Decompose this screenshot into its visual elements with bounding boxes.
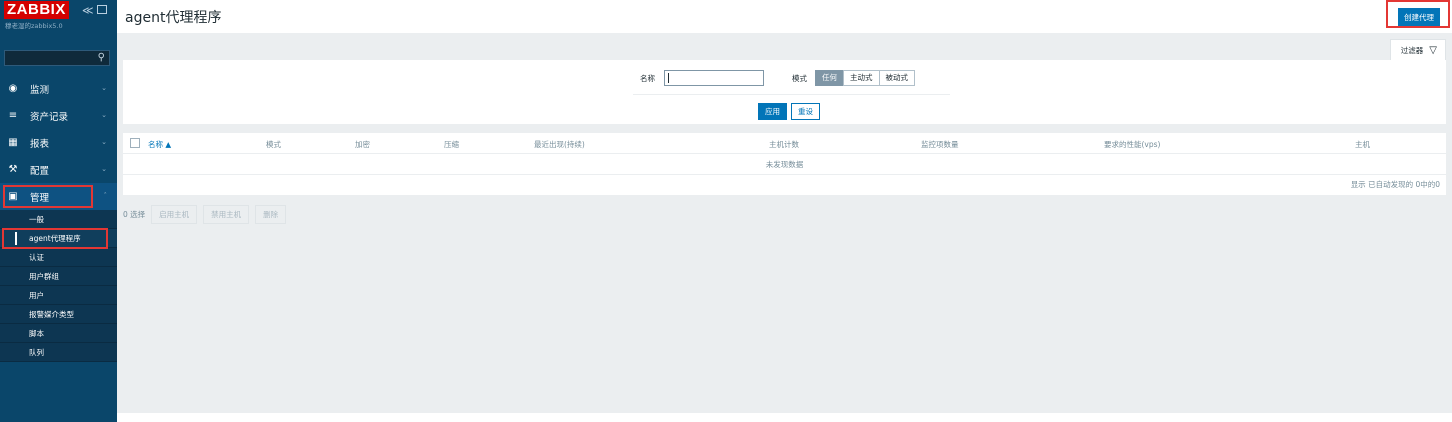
mode-label: 模式 — [792, 74, 807, 83]
menu-item-label: 报表 — [30, 138, 50, 150]
empty-table-message: 未发现数据 — [123, 154, 1446, 175]
highlight-box — [3, 185, 93, 208]
list-icon: ≡ — [8, 110, 18, 121]
chevron-up-icon: ˆ — [103, 192, 108, 200]
menu-item-reports[interactable]: ▦ 报表 ⌄ — [0, 129, 117, 156]
column-mode: 模式 — [266, 140, 281, 149]
kiosk-mode-icon[interactable] — [97, 5, 107, 14]
filter-divider — [633, 94, 950, 95]
mode-segmented-control: 任何 主动式 被动式 — [815, 70, 915, 86]
delete-button[interactable]: 删除 — [255, 205, 287, 224]
name-label: 名称 — [640, 74, 655, 83]
column-encryption: 加密 — [355, 140, 370, 149]
column-required-vps: 要求的性能(vps) — [1104, 140, 1161, 149]
menu-item-monitoring[interactable]: ◉ 监测 ⌄ — [0, 75, 117, 102]
search-input[interactable]: ⚲ — [4, 50, 110, 66]
column-item-count: 监控项数量 — [921, 140, 959, 149]
sidebar: ZABBIX ≪ 穆老湿的zabbix5.0 ⚲ ◉ 监测 ⌄ ≡ 资产记录 ⌄… — [0, 0, 117, 422]
column-last-seen: 最近出现(持续) — [534, 140, 585, 149]
column-compression: 压缩 — [444, 140, 459, 149]
column-name[interactable]: 名称 ▲ — [148, 139, 171, 150]
wrench-icon: ⚒ — [8, 164, 18, 175]
submenu-item-media-types[interactable]: 报警媒介类型 — [0, 305, 117, 324]
highlight-box — [2, 228, 108, 249]
main-menu: ◉ 监测 ⌄ ≡ 资产记录 ⌄ ▦ 报表 ⌄ ⚒ 配置 ⌄ ▣ 管理 ˆ 一般 — [0, 75, 117, 362]
filter-tab-label: 过滤器 — [1400, 45, 1424, 55]
page-title: agent代理程序 — [125, 10, 222, 26]
table-footer-count: 显示 已自动发现的 0中的0 — [1350, 180, 1440, 189]
menu-item-label: 监测 — [30, 84, 50, 96]
disable-hosts-button[interactable]: 禁用主机 — [203, 205, 250, 224]
selected-count: 0 选择 — [123, 210, 146, 219]
select-all-checkbox[interactable] — [130, 138, 140, 148]
mode-option-active[interactable]: 主动式 — [843, 70, 880, 86]
submenu-administration: 一般 agent代理程序 认证 用户群组 用户 报警媒介类型 脚本 队列 — [0, 210, 117, 362]
submenu-item-queue[interactable]: 队列 — [0, 343, 117, 362]
submenu-item-scripts[interactable]: 脚本 — [0, 324, 117, 343]
name-input[interactable] — [664, 70, 764, 86]
filter-tab[interactable]: 过滤器 ▽ — [1389, 39, 1446, 60]
chevron-down-icon: ⌄ — [101, 165, 107, 173]
menu-item-administration[interactable]: ▣ 管理 ˆ — [0, 183, 117, 210]
eye-icon: ◉ — [8, 83, 18, 94]
menu-item-label: 资产记录 — [30, 111, 69, 123]
zabbix-logo[interactable]: ZABBIX — [4, 1, 69, 19]
submenu-item-user-groups[interactable]: 用户群组 — [0, 267, 117, 286]
column-hosts: 主机 — [1355, 140, 1370, 149]
proxies-table: 名称 ▲ 模式 加密 压缩 最近出现(持续) 主机计数 监控项数量 要求的性能(… — [123, 133, 1446, 195]
chevron-down-icon: ⌄ — [101, 84, 107, 92]
reset-button[interactable]: 重设 — [791, 103, 820, 120]
table-header: 名称 ▲ 模式 加密 压缩 最近出现(持续) 主机计数 监控项数量 要求的性能(… — [123, 133, 1446, 154]
mass-actions: 0 选择 启用主机 禁用主机 删除 — [123, 205, 287, 224]
logo-row: ZABBIX ≪ — [0, 0, 117, 20]
submenu-item-authentication[interactable]: 认证 — [0, 248, 117, 267]
bar-chart-icon: ▦ — [8, 137, 18, 148]
apply-button[interactable]: 应用 — [758, 103, 787, 120]
main-content: agent代理程序 创建代理 过滤器 ▽ 名称 模式 任何 主动式 被动式 应用… — [117, 0, 1452, 422]
column-host-count: 主机计数 — [769, 140, 799, 149]
funnel-icon: ▽ — [1429, 44, 1437, 56]
search-icon[interactable]: ⚲ — [98, 52, 105, 63]
submenu-item-proxies[interactable]: agent代理程序 — [0, 228, 117, 249]
server-name: 穆老湿的zabbix5.0 — [5, 22, 63, 30]
highlight-box — [1386, 0, 1450, 28]
menu-item-label: 配置 — [30, 165, 50, 177]
mode-option-passive[interactable]: 被动式 — [878, 70, 915, 86]
bottom-band — [117, 413, 1452, 422]
text-caret — [668, 73, 669, 83]
chevron-down-icon: ⌄ — [101, 111, 107, 119]
filter-panel: 名称 模式 任何 主动式 被动式 应用 重设 — [123, 60, 1446, 124]
menu-item-configuration[interactable]: ⚒ 配置 ⌄ — [0, 156, 117, 183]
menu-item-inventory[interactable]: ≡ 资产记录 ⌄ — [0, 102, 117, 129]
submenu-item-users[interactable]: 用户 — [0, 286, 117, 305]
enable-hosts-button[interactable]: 启用主机 — [151, 205, 198, 224]
submenu-item-general[interactable]: 一般 — [0, 210, 117, 229]
chevron-down-icon: ⌄ — [101, 138, 107, 146]
mode-option-any[interactable]: 任何 — [815, 70, 844, 86]
collapse-sidebar-icon[interactable]: ≪ — [82, 4, 94, 17]
page-header: agent代理程序 创建代理 — [117, 0, 1452, 33]
